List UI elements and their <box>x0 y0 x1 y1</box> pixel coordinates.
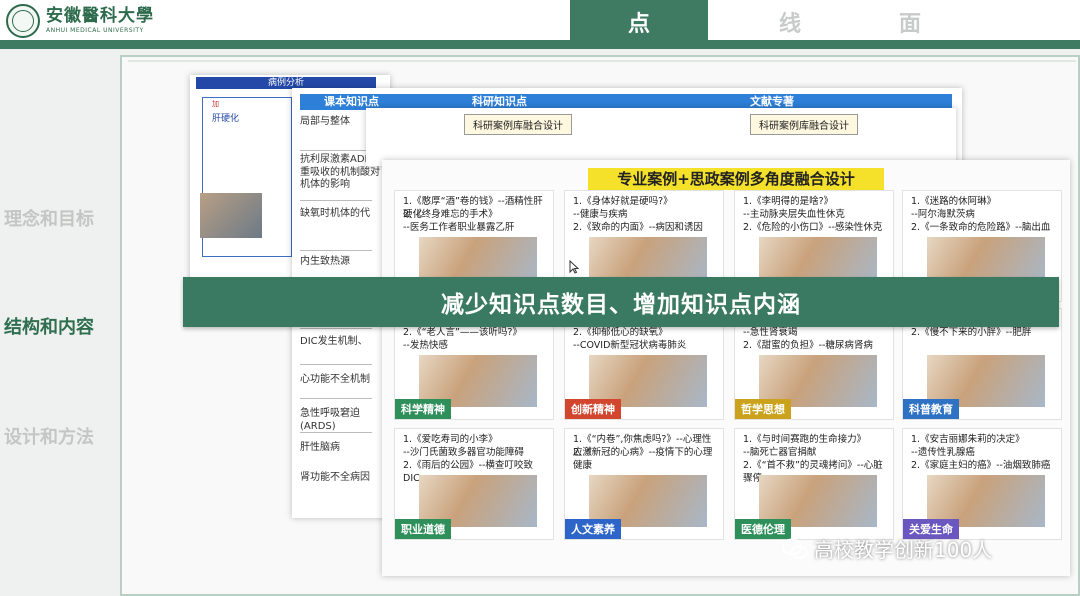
case-card-badge: 创新精神 <box>565 399 621 419</box>
case-card-line: 2.《家庭主妇的癌》--油烟致肺癌 <box>911 460 1051 471</box>
sidebar-item-concept[interactable]: 理念和目标 <box>4 205 94 231</box>
case-card-line: 1.《与时间赛跑的生命接力》 <box>743 434 867 445</box>
case-card-badge: 人文素养 <box>565 519 621 539</box>
case-card-line: --阿尔海默茨病 <box>911 209 975 220</box>
case-card-line: 2.《一条致命的危险路》--脑出血 <box>911 222 1051 233</box>
row-divider <box>300 432 372 433</box>
list-item: 缺氧时机体的代 <box>300 208 370 219</box>
case-card-badge: 科普教育 <box>903 399 959 419</box>
case-card-line: 1.《身体好就是硬吗?》 <box>573 196 673 207</box>
tab-point[interactable]: 点 <box>570 0 708 44</box>
case-card-line: --COVID新型冠状病毒肺炎 <box>573 340 687 351</box>
list-item: 肝性脑病 <box>300 442 340 453</box>
case-card-line: --医务工作者职业暴露乙肝 <box>403 222 515 233</box>
research-label-left: 科研案例库融合设计 <box>464 114 572 135</box>
row-divider <box>300 398 372 399</box>
sidebar-item-design[interactable]: 设计和方法 <box>4 423 94 449</box>
research-case-slide: 科研案例库融合设计 科研案例库融合设计 <box>366 108 956 166</box>
case-card-line: 2.《致命的内面》--病因和诱因 <box>573 222 703 233</box>
row-divider <box>300 200 372 201</box>
case-card-line: 2.《慢不下来的小胖》--肥胖 <box>911 327 1032 338</box>
case-card-line: 1.《迷路的休阿琳》 <box>911 196 997 207</box>
case-card-line: 1.《李明得的是啥?》 <box>743 196 834 207</box>
university-name-cn: 安徽醫科大學 <box>46 6 154 26</box>
university-logo: 安徽醫科大學 ANHUI MEDICAL UNIVERSITY <box>6 4 154 38</box>
case-card-line: 2.《甜蜜的负担》--糖尿病肾病 <box>743 340 873 351</box>
list-item: 肾功能不全病因 <box>300 472 370 483</box>
sidebar-item-structure[interactable]: 结构和内容 <box>4 313 94 339</box>
watermark-text: 高校教学创新100人 <box>814 538 993 562</box>
case-card-badge: 职业道德 <box>395 519 451 539</box>
case-card-line: 2.《终身难忘的手术》 <box>403 209 498 220</box>
case-card-line: --沙门氏菌致多器官功能障碍 <box>403 447 524 458</box>
case-card-line: 2.《新冠的心病》--疫情下的心理健康 <box>573 447 713 471</box>
case-card-line: 2.《危险的小伤口》--感染性休克 <box>743 222 883 233</box>
list-item: 心功能不全机制 <box>300 374 370 385</box>
tab-surface[interactable]: 面 <box>880 0 940 44</box>
case-card-line: --主动脉夹层失血性休克 <box>743 209 845 220</box>
case-card-line: --发热快感 <box>403 340 448 351</box>
case-card-line: 2.《抑郁低心的缺氧》 <box>573 327 668 338</box>
row-divider <box>300 328 372 329</box>
frame-accent <box>128 60 1076 62</box>
case-card: 1.《与时间赛跑的生命接力》 --脑死亡器官捐献 2.《“首不救”的灵魂拷问》--心… <box>734 428 894 540</box>
case-card-line: --脑死亡器官捐献 <box>743 447 817 458</box>
top-bar: 安徽醫科大學 ANHUI MEDICAL UNIVERSITY 点 线 面 <box>0 0 1080 44</box>
case-card: 1.《“内卷”,你焦虑吗?》--心理性应激 2.《新冠的心病》--疫情下的心理健康… <box>564 428 724 540</box>
row-divider <box>300 364 372 365</box>
case-card-line: 1.《安吉丽娜朱莉的决定》 <box>911 434 1025 445</box>
case-card-line: 1.《爱吃寿司的小李》 <box>403 434 498 445</box>
row-divider <box>300 250 372 251</box>
list-item: 急性呼吸窘迫(ARDS) <box>300 408 360 432</box>
research-label-right: 科研案例库融合设计 <box>750 114 858 135</box>
tab-line[interactable]: 线 <box>760 0 820 44</box>
case-card-badge: 哲学思想 <box>735 399 791 419</box>
university-name-en: ANHUI MEDICAL UNIVERSITY <box>46 27 144 34</box>
mouse-cursor-icon <box>569 259 580 277</box>
diagram-tag: 加 <box>212 100 219 108</box>
case-card-line: --健康与疾病 <box>573 209 628 220</box>
main-case-slide: 专业案例+思政案例多角度融合设计 1.《憨厚“酒”卷的钱》--酒精性肝硬化 2.《… <box>382 160 1070 576</box>
row-divider <box>300 150 372 151</box>
case-card-line: --急性肾衰竭 <box>743 327 798 338</box>
watermark: 高校教学创新100人 <box>782 534 992 563</box>
list-item: DIC发生机制、 <box>300 336 368 347</box>
case-card-badge: 科学精神 <box>395 399 451 419</box>
header-divider <box>0 40 1080 49</box>
summary-banner: 减少知识点数目、增加知识点内涵 <box>183 277 1059 327</box>
wechat-icon <box>782 538 808 559</box>
list-item: 内生致热源 <box>300 256 350 267</box>
case-card-line: 2.《“老人言”——该听吗?》 <box>403 327 522 338</box>
diagram-node-label: 肝硬化 <box>212 114 240 124</box>
case-card: 1.《爱吃寿司的小李》 --沙门氏菌致多器官功能障碍 2.《雨后的公园》--横查叮咬… <box>394 428 554 540</box>
case-card-line: --遗传性乳腺癌 <box>911 447 975 458</box>
main-slide-title: 专业案例+思政案例多角度融合设计 <box>588 168 884 190</box>
university-seal-icon <box>6 4 40 38</box>
case-card: 1.《安吉丽娜朱莉的决定》 --遗传性乳腺癌 2.《家庭主妇的癌》--油烟致肺癌 关爱… <box>902 428 1062 540</box>
patient-photo <box>200 193 262 238</box>
